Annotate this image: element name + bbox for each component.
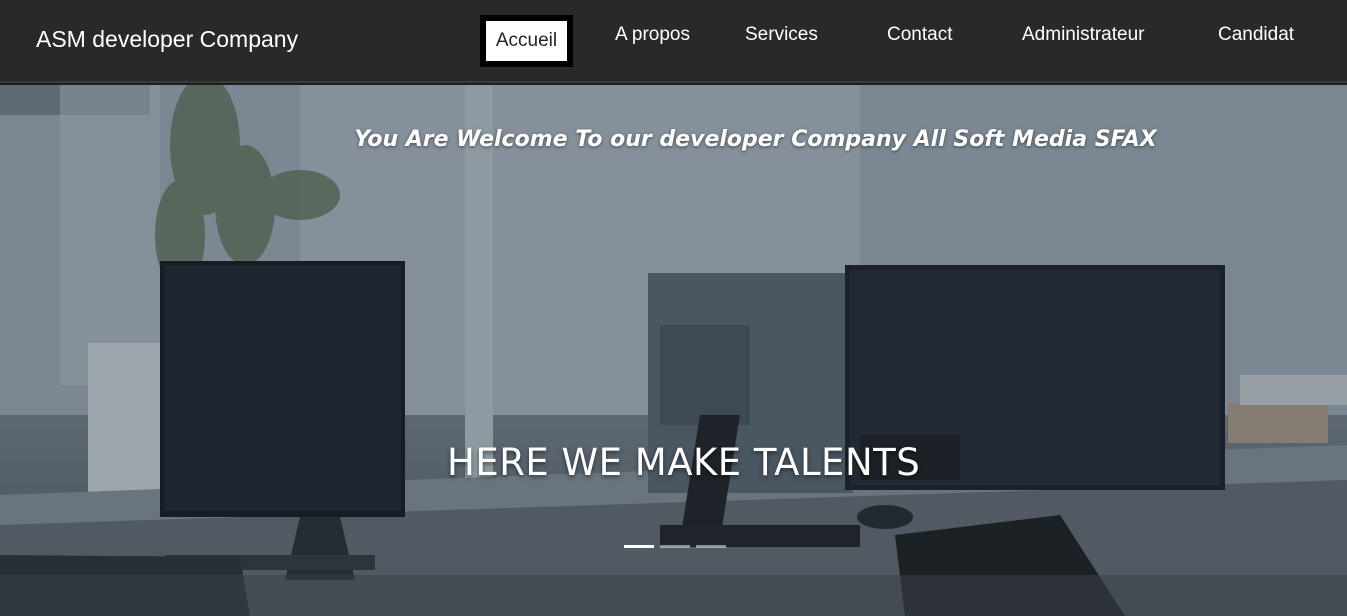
nav-item-administrateur[interactable]: Administrateur — [1022, 24, 1145, 46]
carousel-indicator-1[interactable] — [624, 545, 654, 548]
nav-item-accueil[interactable]: Accueil — [480, 15, 573, 67]
nav-item-services[interactable]: Services — [745, 24, 818, 46]
nav-item-a-propos[interactable]: A propos — [615, 24, 690, 46]
carousel-indicator-3[interactable] — [696, 545, 726, 548]
nav-item-candidat[interactable]: Candidat — [1218, 24, 1294, 46]
brand-logo-text[interactable]: ASM developer Company — [36, 26, 298, 53]
navbar: ASM developer Company Accueil A propos S… — [0, 0, 1347, 83]
hero-title: HERE WE MAKE TALENTS — [447, 441, 921, 484]
nav-item-contact[interactable]: Contact — [887, 24, 952, 46]
office-background-image — [0, 85, 1347, 616]
carousel-indicators — [624, 545, 726, 548]
welcome-heading: You Are Welcome To our developer Company… — [354, 127, 1157, 152]
carousel-indicator-2[interactable] — [660, 545, 690, 548]
hero-carousel: You Are Welcome To our developer Company… — [0, 85, 1347, 616]
